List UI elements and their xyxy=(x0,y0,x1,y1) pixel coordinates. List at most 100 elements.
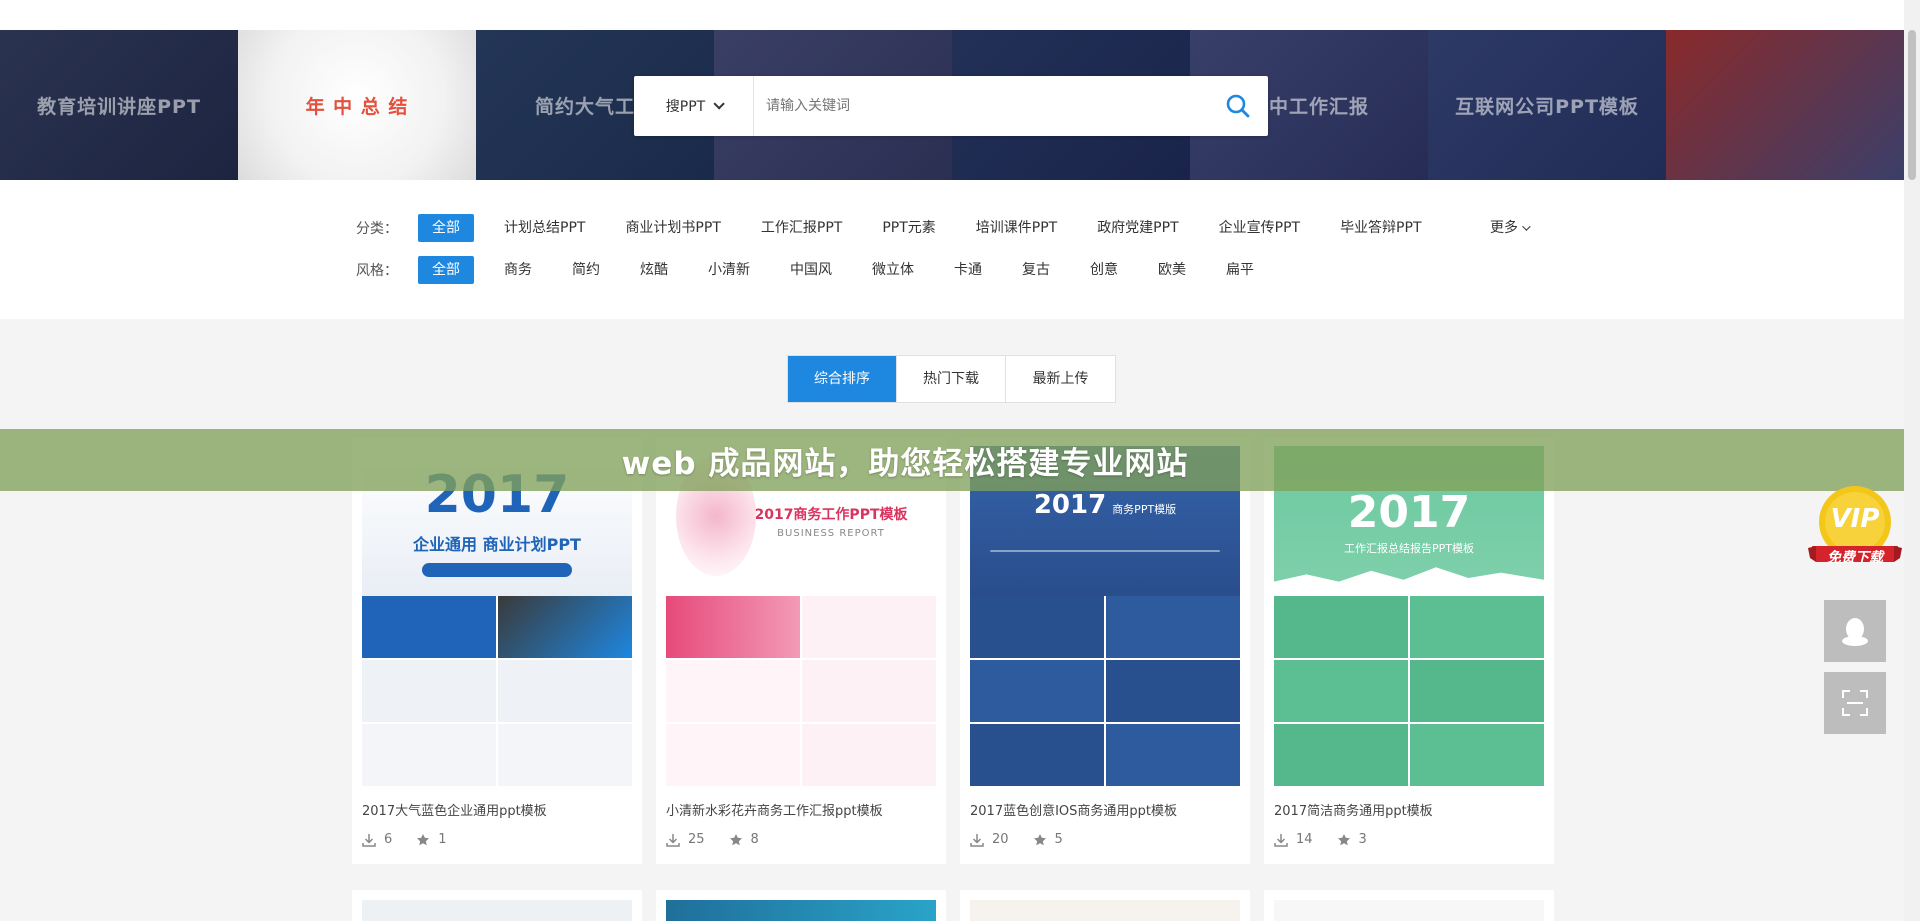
scrollbar-thumb[interactable] xyxy=(1908,30,1916,180)
template-card[interactable] xyxy=(656,890,946,921)
template-card[interactable]: 2017 工作汇报总结报告PPT模板 2017简洁商务通用ppt模板 14 3 xyxy=(1264,438,1554,864)
favorite-count: 8 xyxy=(729,832,759,847)
template-card[interactable]: 2017 商务PPT模版 2017蓝色创意IOS商务通用ppt模板 20 5 xyxy=(960,438,1250,864)
template-card[interactable] xyxy=(1264,890,1554,921)
style-chip[interactable]: 复古 xyxy=(1012,256,1060,284)
style-chip[interactable]: 欧美 xyxy=(1148,256,1196,284)
download-icon xyxy=(666,833,680,847)
template-thumbnail[interactable]: 2017商务工作PPT模板 BUSINESS REPORT xyxy=(666,446,936,786)
banner-tile[interactable]: 年 中 总 结 xyxy=(238,30,476,180)
filter-panel: 分类： 全部 计划总结PPT 商业计划书PPT 工作汇报PPT PPT元素 培训… xyxy=(0,180,1904,319)
search-type-label: 搜PPT xyxy=(665,99,706,115)
search-button[interactable] xyxy=(1208,76,1268,136)
download-count-value: 25 xyxy=(688,832,705,847)
style-filter-row: 风格： 全部 商务 简约 炫酷 小清新 中国风 微立体 卡通 复古 创意 欧美 … xyxy=(356,256,1284,284)
banner-tile[interactable]: 教育培训讲座PPT xyxy=(0,30,238,180)
vip-badge[interactable]: VIP 免费下载 xyxy=(1808,484,1902,580)
qq-contact-button[interactable] xyxy=(1824,600,1886,662)
thumb-caption: 商务PPT模版 xyxy=(1112,503,1177,516)
category-chip[interactable]: 政府党建PPT xyxy=(1087,214,1188,242)
style-chip[interactable]: 扁平 xyxy=(1216,256,1264,284)
tab-sort-latest[interactable]: 最新上传 xyxy=(1006,356,1115,402)
tab-sort-overall[interactable]: 综合排序 xyxy=(788,356,897,402)
template-title[interactable]: 小清新水彩花卉商务工作汇报ppt模板 xyxy=(666,800,936,819)
category-chip[interactable]: 企业宣传PPT xyxy=(1209,214,1310,242)
top-bar xyxy=(0,0,1904,30)
template-stats: 14 3 xyxy=(1274,832,1367,847)
category-chip[interactable]: 毕业答辩PPT xyxy=(1330,214,1431,242)
category-chip[interactable]: 计划总结PPT xyxy=(494,214,595,242)
style-chip[interactable]: 简约 xyxy=(562,256,610,284)
page-scrollbar[interactable] xyxy=(1904,0,1920,921)
search-box: 搜PPT xyxy=(634,76,1268,136)
qq-penguin-icon xyxy=(1842,618,1868,646)
template-stats: 20 5 xyxy=(970,832,1063,847)
style-label: 风格： xyxy=(356,263,398,279)
search-input[interactable] xyxy=(754,76,1208,136)
template-thumbnail[interactable] xyxy=(1274,900,1544,921)
template-stats: 6 1 xyxy=(362,832,447,847)
favorite-count: 5 xyxy=(1033,832,1063,847)
favorite-count: 3 xyxy=(1337,832,1367,847)
hexagon-skyline xyxy=(1274,567,1544,596)
template-card[interactable]: 2017商务工作PPT模板 BUSINESS REPORT 小清新水彩花卉商务工… xyxy=(656,438,946,864)
template-title[interactable]: 2017蓝色创意IOS商务通用ppt模板 xyxy=(970,800,1240,819)
scan-icon xyxy=(1842,690,1868,716)
category-chip[interactable]: 工作汇报PPT xyxy=(751,214,852,242)
template-thumbnail[interactable]: 2017 商务PPT模版 xyxy=(970,446,1240,786)
category-label: 分类： xyxy=(356,221,398,237)
template-title[interactable]: 2017简洁商务通用ppt模板 xyxy=(1274,800,1544,819)
template-thumbnail[interactable] xyxy=(362,900,632,921)
banner-tile[interactable]: 互联网公司PPT模板 xyxy=(1428,30,1666,180)
template-thumbnail[interactable] xyxy=(666,900,936,921)
template-thumbnail[interactable]: 2017 企业通用 商业计划PPT xyxy=(362,446,632,786)
category-chip[interactable]: 培训课件PPT xyxy=(966,214,1067,242)
scan-qr-button[interactable] xyxy=(1824,672,1886,734)
vip-label: VIP xyxy=(1830,504,1880,534)
download-count-value: 14 xyxy=(1296,832,1313,847)
promo-overlay-band: web 成品网站，助您轻松搭建专业网站 xyxy=(0,429,1920,491)
chevron-down-icon xyxy=(713,98,725,110)
download-icon xyxy=(1274,833,1288,847)
category-chip[interactable]: 商业计划书PPT xyxy=(615,214,730,242)
more-label: 更多 xyxy=(1490,220,1518,236)
style-chip[interactable]: 中国风 xyxy=(780,256,842,284)
category-filter-row: 分类： 全部 计划总结PPT 商业计划书PPT 工作汇报PPT PPT元素 培训… xyxy=(356,214,1452,242)
more-categories-button[interactable]: 更多 xyxy=(1490,214,1531,242)
banner-tile[interactable] xyxy=(1666,30,1904,180)
style-chip[interactable]: 小清新 xyxy=(698,256,760,284)
vip-sub-label: 免费下载 xyxy=(1827,550,1883,566)
category-chip[interactable]: PPT元素 xyxy=(872,214,945,242)
download-count: 6 xyxy=(362,832,392,847)
star-icon xyxy=(1033,833,1046,845)
tab-sort-popular[interactable]: 热门下载 xyxy=(897,356,1006,402)
template-card[interactable] xyxy=(960,890,1250,921)
template-card[interactable] xyxy=(352,890,642,921)
thumb-year: 2017 xyxy=(1033,490,1107,520)
thumb-caption: 企业通用 商业计划PPT xyxy=(413,535,581,554)
style-chip[interactable]: 全部 xyxy=(418,256,474,284)
style-chip[interactable]: 卡通 xyxy=(944,256,992,284)
search-icon xyxy=(1226,94,1250,118)
download-count: 14 xyxy=(1274,832,1313,847)
category-chip[interactable]: 全部 xyxy=(418,214,474,242)
search-type-dropdown[interactable]: 搜PPT xyxy=(634,76,754,136)
wave-line xyxy=(990,550,1220,552)
style-chip[interactable]: 微立体 xyxy=(862,256,924,284)
star-icon xyxy=(417,833,430,845)
style-chip[interactable]: 创意 xyxy=(1080,256,1128,284)
template-thumbnail[interactable]: 2017 工作汇报总结报告PPT模板 xyxy=(1274,446,1544,786)
banner-tile-title: 教育培训讲座PPT xyxy=(37,95,201,118)
chevron-down-icon xyxy=(1522,222,1531,231)
template-title[interactable]: 2017大气蓝色企业通用ppt模板 xyxy=(362,800,632,819)
style-chip[interactable]: 炫酷 xyxy=(630,256,678,284)
template-card[interactable]: 2017 企业通用 商业计划PPT 2017大气蓝色企业通用ppt模板 6 1 xyxy=(352,438,642,864)
download-count: 25 xyxy=(666,832,705,847)
promo-overlay-text: web 成品网站，助您轻松搭建专业网站 xyxy=(621,445,1189,482)
download-count-value: 20 xyxy=(992,832,1009,847)
template-thumbnail[interactable] xyxy=(970,900,1240,921)
thumb-caption: BUSINESS REPORT xyxy=(777,527,885,539)
download-count-value: 6 xyxy=(384,832,393,847)
style-chip[interactable]: 商务 xyxy=(494,256,542,284)
download-icon xyxy=(970,833,984,847)
